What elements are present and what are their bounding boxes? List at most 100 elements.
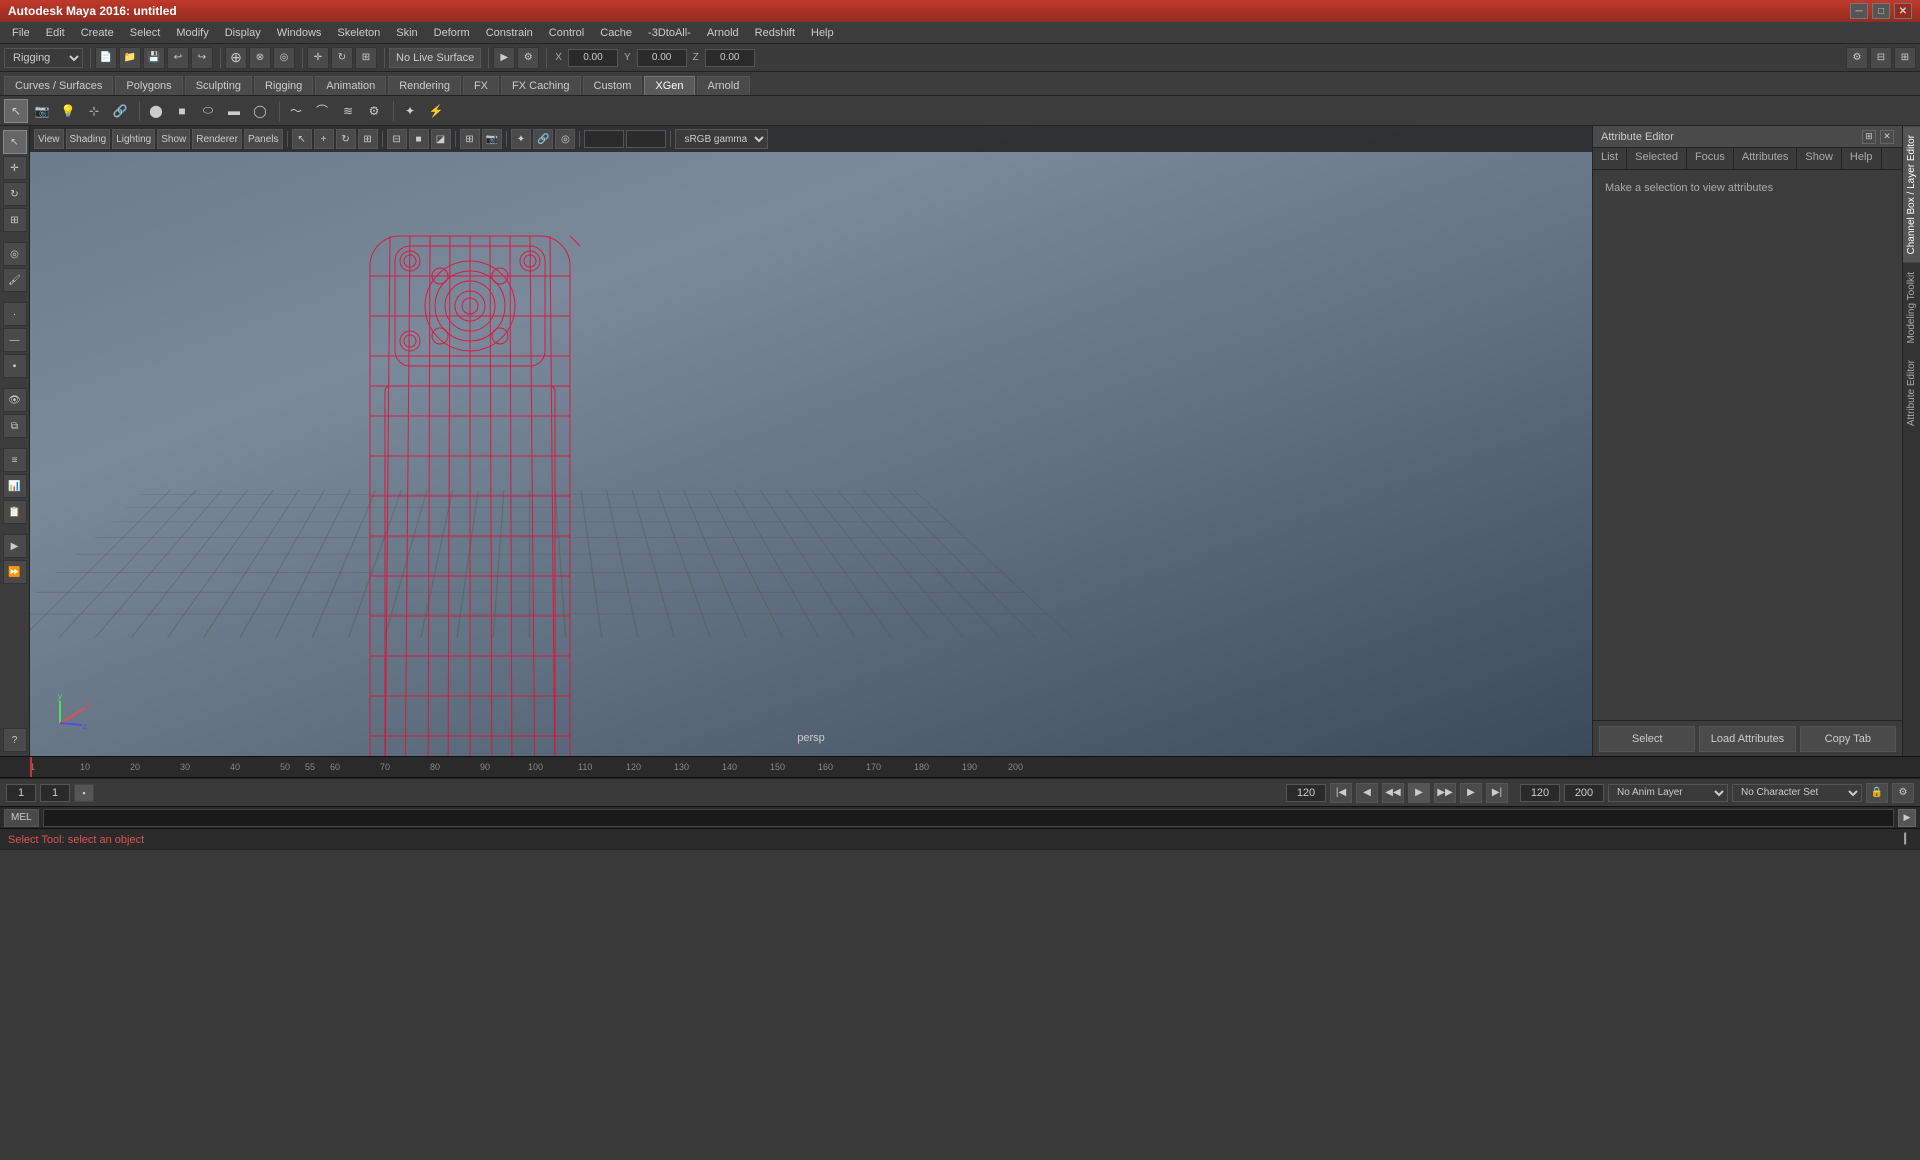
menu-redshift[interactable]: Redshift [747,22,803,43]
menu-arnold[interactable]: Arnold [699,22,747,43]
render-btn[interactable]: ▶ [3,534,27,558]
vp-lighting-menu[interactable]: Lighting [112,129,155,149]
menu-edit[interactable]: Edit [38,22,73,43]
vp-value2-input[interactable]: 1.00 [626,130,666,148]
menu-skin[interactable]: Skin [388,22,425,43]
frame-start-input[interactable] [6,784,36,802]
vp-display-solid[interactable]: ■ [409,129,429,149]
vp-rotate-btn[interactable]: ↻ [336,129,356,149]
fx-btn[interactable]: ⚡ [424,99,448,123]
select-tool-btn[interactable]: ⊕ [225,47,247,69]
tab-animation[interactable]: Animation [315,76,386,95]
snap-icon-btn[interactable]: 🔗 [108,99,132,123]
y-input[interactable] [637,49,687,67]
rotate-tool[interactable]: ↻ [3,182,27,206]
group-btn[interactable]: ⧉ [3,414,27,438]
scale-btn[interactable]: ⊞ [355,47,377,69]
selection-icon-btn[interactable]: ↖ [4,99,28,123]
menu-select[interactable]: Select [122,22,169,43]
no-live-surface-btn[interactable]: No Live Surface [389,48,481,68]
menu-create[interactable]: Create [73,22,122,43]
vp-xray-btn[interactable]: ✦ [511,129,531,149]
attr-tab-help[interactable]: Help [1842,148,1882,169]
menu-modify[interactable]: Modify [168,22,216,43]
menu-control[interactable]: Control [541,22,592,43]
char-set-dropdown[interactable]: No Character Set [1732,784,1862,802]
play-forward-btn[interactable]: ▶▶ [1434,783,1456,803]
attr-tab-list[interactable]: List [1593,148,1627,169]
vp-isolate-btn[interactable]: ◎ [555,129,575,149]
save-btn[interactable]: 💾 [143,47,165,69]
vp-snap-btn[interactable]: 🔗 [533,129,553,149]
show-hide-btn[interactable]: 👁 [3,388,27,412]
attr-tab-focus[interactable]: Focus [1687,148,1734,169]
scale-tool[interactable]: ⊞ [3,208,27,232]
frame-end-input[interactable] [1286,784,1326,802]
move-btn[interactable]: ✛ [307,47,329,69]
edge-btn[interactable]: — [3,328,27,352]
play-btn[interactable]: ▶ [1408,783,1430,803]
timeline-ruler[interactable]: 1 10 20 30 40 50 55 60 70 80 90 100 110 … [0,756,1920,778]
rigging-btn[interactable]: ⚙ [362,99,386,123]
open-btn[interactable]: 📁 [119,47,141,69]
load-attributes-btn[interactable]: Load Attributes [1699,726,1795,752]
step-forward-btn[interactable]: ▶ [1460,783,1482,803]
channel-btn[interactable]: 📊 [3,474,27,498]
xgen-icon-btn[interactable]: ✦ [398,99,422,123]
attr-float-btn[interactable]: ⊞ [1862,130,1876,144]
poly-plane-btn[interactable]: ▬ [222,99,246,123]
range-end-input[interactable] [1520,784,1560,802]
mel-send-btn[interactable]: ▶ [1898,809,1916,827]
attr-tab-show[interactable]: Show [1797,148,1842,169]
vp-value1-input[interactable]: 0.00 [584,130,624,148]
tab-custom[interactable]: Custom [583,76,643,95]
vp-display-wireframe[interactable]: ⊟ [387,129,407,149]
tab-fx[interactable]: FX [463,76,499,95]
frame-current-input[interactable] [40,784,70,802]
menu-cache[interactable]: Cache [592,22,640,43]
tab-rigging[interactable]: Rigging [254,76,313,95]
x-input[interactable] [568,49,618,67]
vtab-modeling-toolkit[interactable]: Modeling Toolkit [1903,263,1920,352]
close-button[interactable]: ✕ [1894,3,1912,19]
vtab-channel-box[interactable]: Channel Box / Layer Editor [1903,126,1920,263]
move-tool[interactable]: ✛ [3,156,27,180]
settings-top-right[interactable]: ⚙ [1846,47,1868,69]
viewport-3d[interactable]: View Shading Lighting Show Renderer Pane… [30,126,1592,756]
rotate-btn[interactable]: ↻ [331,47,353,69]
tab-polygons[interactable]: Polygons [115,76,182,95]
vp-display-textured[interactable]: ◪ [431,129,451,149]
render-settings-btn[interactable]: ⚙ [517,47,539,69]
z-input[interactable] [705,49,755,67]
tab-curves-surfaces[interactable]: Curves / Surfaces [4,76,113,95]
menu-help[interactable]: Help [803,22,842,43]
select-btn[interactable]: Select [1599,726,1695,752]
light-icon-btn[interactable]: 💡 [56,99,80,123]
poly-sphere-btn[interactable]: ⬤ [144,99,168,123]
help-btn[interactable]: ? [3,728,27,752]
redo-btn[interactable]: ↪ [191,47,213,69]
mel-input[interactable] [43,809,1894,827]
vp-view-menu[interactable]: View [34,129,64,149]
tab-fx-caching[interactable]: FX Caching [501,76,580,95]
poly-torus-btn[interactable]: ◯ [248,99,272,123]
outliner-btn[interactable]: 📋 [3,500,27,524]
minimize-button[interactable]: ─ [1850,3,1868,19]
deform-btn[interactable]: ≋ [336,99,360,123]
render-all-btn[interactable]: ⏩ [3,560,27,584]
vp-move-btn[interactable]: + [314,129,334,149]
menu-display[interactable]: Display [217,22,269,43]
select-tool[interactable]: ↖ [3,130,27,154]
workspace-dropdown[interactable]: Rigging Modeling Animation [4,48,83,68]
attr-close-btn[interactable]: ✕ [1880,130,1894,144]
vp-grid-btn[interactable]: ⊞ [460,129,480,149]
vtab-attribute-editor[interactable]: Attribute Editor [1903,351,1920,434]
vp-panels-menu[interactable]: Panels [244,129,283,149]
menu-skeleton[interactable]: Skeleton [329,22,388,43]
layout-btn-2[interactable]: ⊞ [1894,47,1916,69]
keyframe-indicator[interactable]: ▪ [74,784,94,802]
undo-btn[interactable]: ↩ [167,47,189,69]
vp-camera-btn[interactable]: 📷 [482,129,502,149]
play-back-btn[interactable]: ◀◀ [1382,783,1404,803]
attr-tab-selected[interactable]: Selected [1627,148,1687,169]
